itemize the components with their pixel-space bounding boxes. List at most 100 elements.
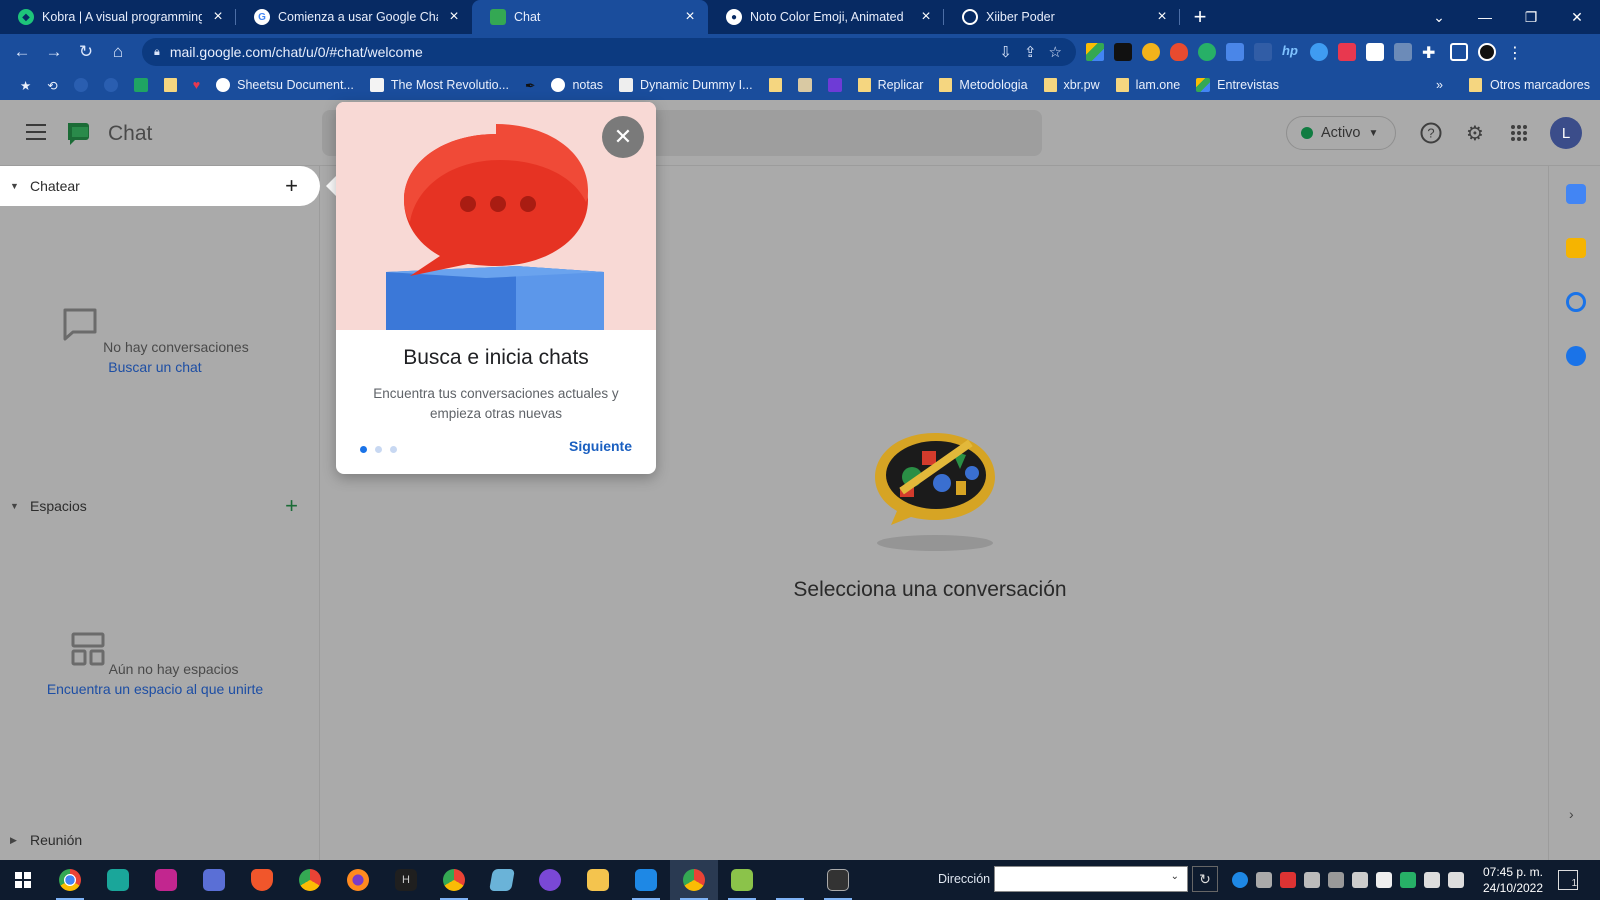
account-avatar[interactable]: L — [1550, 117, 1582, 149]
system-clock[interactable]: 07:45 p. m. 24/10/2022 — [1478, 864, 1548, 896]
chat-section-header[interactable]: ▼ Chatear + — [0, 166, 320, 206]
profile-icon[interactable] — [1478, 43, 1496, 61]
store-extension-icon[interactable] — [1366, 43, 1384, 61]
chevron-right-icon[interactable]: › — [1569, 806, 1574, 822]
forward-icon[interactable]: → — [38, 36, 70, 68]
bookmark-item[interactable]: Sheetsu Document... — [208, 70, 362, 100]
box-bookmark-icon[interactable] — [790, 70, 820, 100]
new-chat-plus-icon[interactable]: + — [285, 173, 298, 199]
circle-bookmark-icon[interactable] — [66, 70, 96, 100]
next-button[interactable]: Siguiente — [569, 438, 632, 454]
bookmark-folder[interactable]: Metodologia — [931, 70, 1035, 100]
home-icon[interactable]: ⌂ — [102, 36, 134, 68]
tray-icon[interactable] — [1280, 872, 1296, 888]
taskbar-app-icon[interactable] — [190, 860, 238, 900]
mail-extension-icon[interactable] — [1114, 43, 1132, 61]
wifi-icon[interactable] — [1424, 872, 1440, 888]
bookmark-folder[interactable]: Replicar — [850, 70, 932, 100]
puzzle-extensions-icon[interactable]: ✚ — [1422, 43, 1440, 62]
file-explorer-icon[interactable] — [574, 860, 622, 900]
close-tab-icon[interactable]: × — [1154, 8, 1170, 26]
calendar-icon[interactable] — [1566, 184, 1586, 204]
find-chat-link[interactable]: Buscar un chat — [0, 357, 310, 377]
close-tab-icon[interactable]: × — [446, 8, 462, 26]
taskbar-app-icon[interactable]: H — [382, 860, 430, 900]
chevron-down-icon[interactable]: ⌄ — [1171, 871, 1179, 882]
sheets-bookmark-icon[interactable] — [126, 70, 156, 100]
history-bookmark-icon[interactable]: ⟲ — [39, 70, 65, 100]
circle-bookmark-icon[interactable] — [96, 70, 126, 100]
close-tab-icon[interactable]: × — [682, 8, 698, 26]
browser-tab[interactable]: ● Noto Color Emoji, Animated × — [708, 0, 944, 34]
bookmark-star-icon[interactable]: ☆ — [1049, 43, 1062, 61]
help-tray-icon[interactable] — [1232, 872, 1248, 888]
new-tab-button[interactable]: + — [1180, 0, 1220, 34]
status-selector[interactable]: Activo ▼ — [1286, 116, 1396, 150]
refresh-icon[interactable]: ↻ — [1192, 866, 1218, 892]
reload-icon[interactable]: ↻ — [70, 36, 102, 68]
more-bookmarks-button[interactable]: » — [1436, 70, 1443, 100]
fire-extension-icon[interactable] — [1170, 43, 1188, 61]
tray-icon[interactable] — [1256, 872, 1272, 888]
terminal-app-icon[interactable] — [814, 860, 862, 900]
pen-bookmark-icon[interactable]: ✒ — [517, 70, 543, 100]
windows-start-icon[interactable] — [0, 860, 46, 900]
shield-tray-icon[interactable] — [1400, 872, 1416, 888]
taskbar-app-icon[interactable] — [766, 860, 814, 900]
defender-tray-icon[interactable] — [1376, 872, 1392, 888]
taskbar-app-icon[interactable] — [718, 860, 766, 900]
side-panel-icon[interactable] — [1450, 43, 1468, 61]
address-toolbar-input[interactable]: ⌄ — [994, 866, 1188, 892]
hp-extension-icon[interactable]: hp — [1282, 43, 1300, 61]
main-menu-icon[interactable] — [26, 124, 46, 140]
other-bookmarks-folder[interactable]: Otros marcadores — [1468, 70, 1590, 100]
folder-bookmark-icon[interactable] — [156, 70, 185, 100]
bookmark-item[interactable]: notas — [543, 70, 611, 100]
close-tab-icon[interactable]: × — [918, 8, 934, 26]
bookmark-folder[interactable]: xbr.pw — [1036, 70, 1108, 100]
bookmark-item[interactable]: Dynamic Dummy I... — [611, 70, 761, 100]
shield-extension-icon[interactable] — [1198, 43, 1216, 61]
emoji-extension-icon[interactable] — [1142, 43, 1160, 61]
taskbar-app-icon[interactable] — [478, 860, 526, 900]
wave-extension-icon[interactable] — [1254, 43, 1272, 61]
translate-extension-icon[interactable] — [1226, 43, 1244, 61]
new-space-plus-icon[interactable]: + — [285, 493, 298, 519]
chrome-app-icon[interactable] — [430, 860, 478, 900]
help-icon[interactable]: ? — [1418, 120, 1444, 146]
folder-bookmark-icon[interactable] — [761, 70, 790, 100]
bookmark-folder[interactable]: lam.one — [1108, 70, 1188, 100]
drive-extension-icon[interactable] — [1086, 43, 1104, 61]
share-icon[interactable]: ⇪ — [1024, 43, 1037, 61]
circle-extension-icon[interactable] — [1310, 43, 1328, 61]
vscode-app-icon[interactable] — [622, 860, 670, 900]
tasks-icon[interactable] — [1566, 292, 1586, 312]
tray-icon[interactable] — [1328, 872, 1344, 888]
github-app-icon[interactable] — [526, 860, 574, 900]
pattern-extension-icon[interactable] — [1394, 43, 1412, 61]
close-tab-icon[interactable]: × — [210, 8, 226, 26]
minimize-icon[interactable]: — — [1462, 0, 1508, 34]
bookmark-item[interactable]: Entrevistas — [1188, 70, 1287, 100]
notifications-icon[interactable]: 1 — [1558, 870, 1578, 890]
firefox-app-icon[interactable] — [334, 860, 382, 900]
volume-icon[interactable] — [1448, 872, 1464, 888]
address-bar[interactable]: 🔒︎ mail.google.com/chat/u/0/#chat/welcom… — [142, 38, 1076, 66]
find-space-link[interactable]: Encuentra un espacio al que unirte — [0, 679, 310, 699]
tray-icon[interactable] — [1352, 872, 1368, 888]
restore-icon[interactable]: ❐ — [1508, 0, 1554, 34]
browser-tab[interactable]: Xiiber Poder × — [944, 0, 1180, 34]
tray-icon[interactable] — [1304, 872, 1320, 888]
browser-tab[interactable]: G Comienza a usar Google Chat - ( × — [236, 0, 472, 34]
chrome-app-icon[interactable] — [46, 860, 94, 900]
apps-grid-icon[interactable] — [1506, 120, 1532, 146]
red-grid-extension-icon[interactable] — [1338, 43, 1356, 61]
chrome-app-icon[interactable] — [286, 860, 334, 900]
browser-tab-active[interactable]: Chat × — [472, 0, 708, 34]
lock-icon[interactable]: 🔒︎ — [154, 46, 160, 59]
v-bookmark-icon[interactable] — [820, 70, 850, 100]
tab-search-icon[interactable]: ⌄ — [1416, 0, 1462, 34]
meeting-section-header[interactable]: ▶ Reunión — [0, 820, 320, 860]
contacts-icon[interactable] — [1566, 346, 1586, 366]
settings-gear-icon[interactable]: ⚙ — [1462, 120, 1488, 146]
